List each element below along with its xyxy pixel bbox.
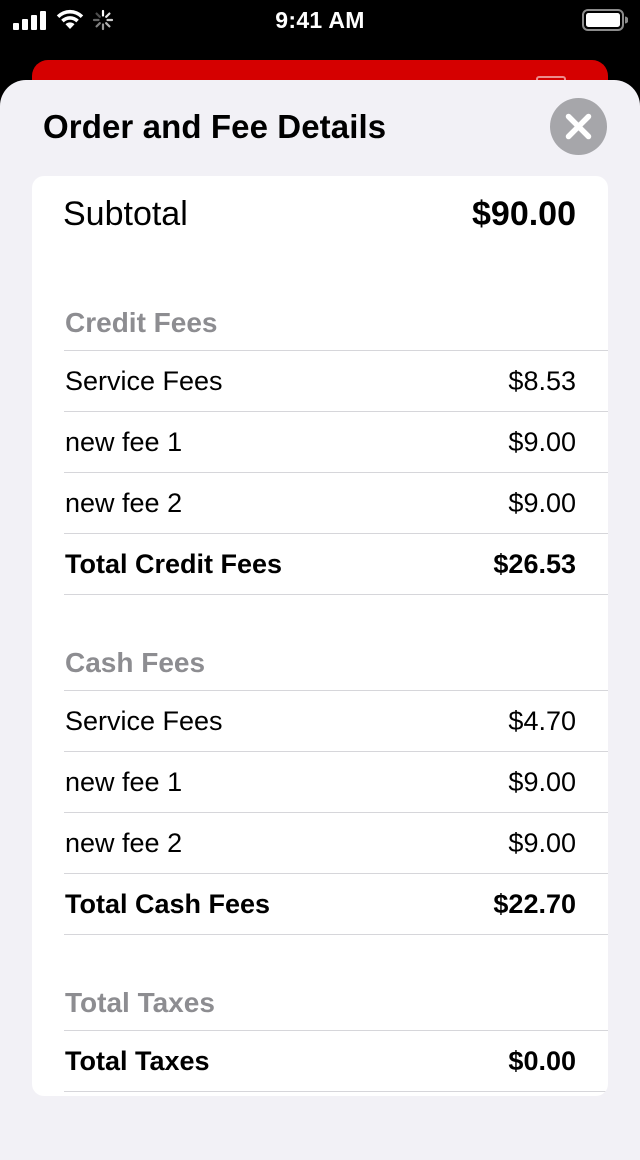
subtotal-label: Subtotal [63,194,188,233]
total-cash-fees-label: Total Cash Fees [65,888,271,919]
fee-label: new fee 2 [65,827,183,858]
section-header-credit-fees: Credit Fees [65,307,218,338]
total-credit-fees-row: Total Credit Fees $26.53 [64,533,608,595]
total-taxes-row: Total Taxes $0.00 [64,1030,608,1092]
taxes-section: Total Taxes Total Taxes $0.00 [64,976,608,1092]
section-header-total-taxes: Total Taxes [65,987,215,1018]
fee-amount: $9.00 [508,766,576,797]
total-taxes-label: Total Taxes [65,1045,210,1076]
fee-row: Service Fees $8.53 [64,350,608,411]
order-fee-details-sheet: Order and Fee Details Subtotal $90.00 Cr… [0,80,640,1160]
fee-label: Service Fees [65,365,223,396]
fee-row: new fee 2 $9.00 [64,472,608,533]
close-button[interactable] [550,98,607,155]
total-taxes-amount: $0.00 [508,1045,576,1076]
fee-amount: $9.00 [508,827,576,858]
sheet-title: Order and Fee Details [43,108,387,145]
fee-label: new fee 1 [65,766,183,797]
cash-fees-section: Cash Fees Service Fees $4.70 new fee 1 $… [64,636,608,935]
battery-icon [582,9,628,31]
section-header-cash-fees: Cash Fees [65,647,206,678]
total-credit-fees-amount: $26.53 [493,548,576,579]
fee-row: new fee 2 $9.00 [64,812,608,873]
fee-amount: $4.70 [508,705,576,736]
close-icon [565,113,592,140]
subtotal-row: Subtotal $90.00 [63,192,576,236]
total-credit-fees-label: Total Credit Fees [65,548,283,579]
fee-label: new fee 2 [65,487,183,518]
fee-row: new fee 1 $9.00 [64,751,608,812]
details-card: Subtotal $90.00 Credit Fees Service Fees… [32,176,608,1096]
credit-fees-section: Credit Fees Service Fees $8.53 new fee 1… [64,296,608,595]
fee-row: Service Fees $4.70 [64,690,608,751]
fee-label: new fee 1 [65,426,183,457]
total-cash-fees-row: Total Cash Fees $22.70 [64,873,608,935]
fee-row: new fee 1 $9.00 [64,411,608,472]
subtotal-amount: $90.00 [472,194,576,233]
status-time: 9:41 AM [275,7,365,33]
fee-amount: $9.00 [508,487,576,518]
fee-label: Service Fees [65,705,223,736]
fee-amount: $8.53 [508,365,576,396]
total-cash-fees-amount: $22.70 [493,888,576,919]
status-bar: 9:41 AM [0,0,640,40]
fee-amount: $9.00 [508,426,576,457]
